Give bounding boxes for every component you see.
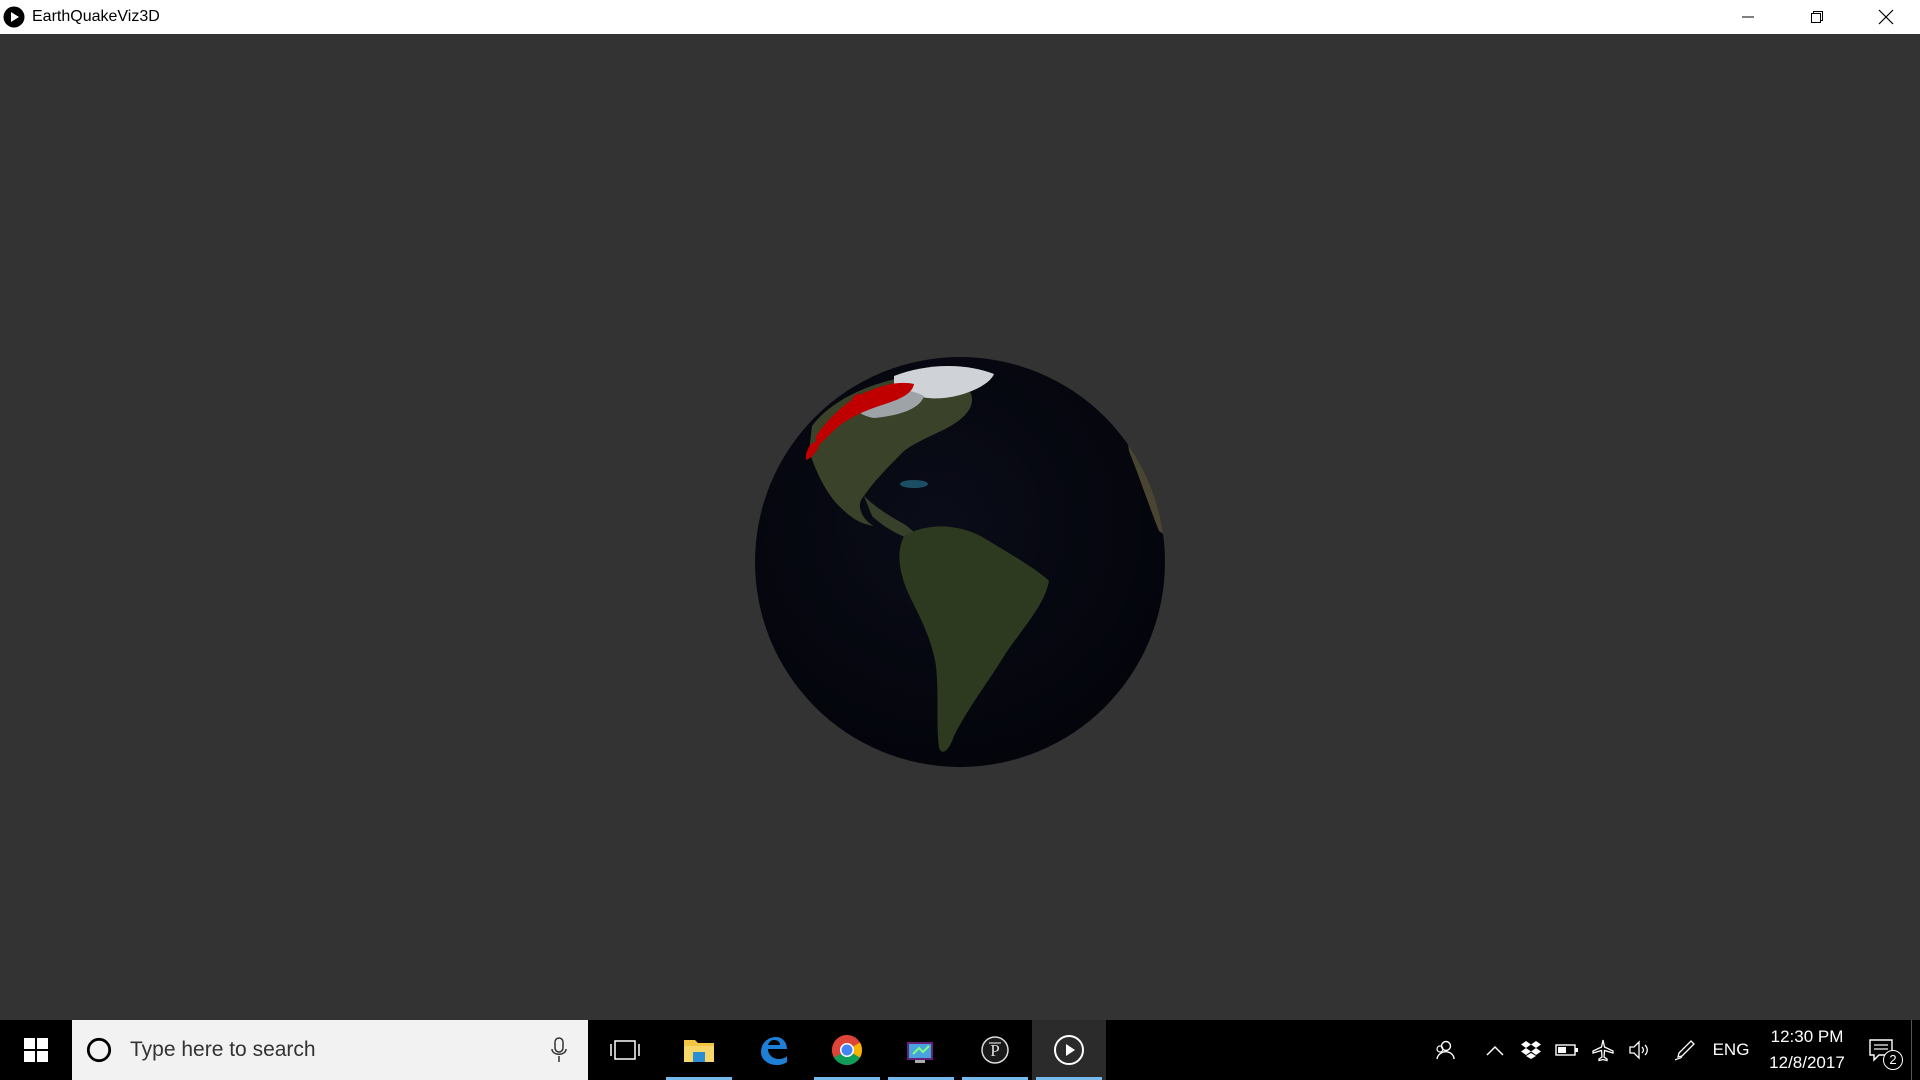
taskbar-app-chrome[interactable] — [810, 1020, 884, 1080]
minimize-button[interactable] — [1713, 0, 1782, 34]
play-icon — [1054, 1035, 1084, 1065]
restore-icon — [1810, 11, 1823, 23]
show-desktop-button[interactable] — [1911, 1020, 1920, 1080]
chevron-up-icon[interactable] — [1477, 1020, 1513, 1080]
taskbar-app-installer[interactable] — [884, 1020, 958, 1080]
volume-icon[interactable] — [1621, 1020, 1657, 1080]
airplane-mode-icon[interactable] — [1585, 1020, 1621, 1080]
window-controls — [1713, 0, 1920, 34]
microphone-icon[interactable] — [550, 1036, 568, 1069]
minimize-icon — [1741, 16, 1754, 18]
globe-viewport[interactable] — [0, 34, 1920, 1020]
window-title: EarthQuakeViz3D — [32, 8, 160, 25]
system-tray: ENG 12:30 PM 12/8/2017 2 — [1427, 1020, 1920, 1080]
close-button[interactable] — [1851, 0, 1920, 34]
title-bar: EarthQuakeViz3D — [0, 0, 1920, 34]
cortana-icon — [86, 1037, 112, 1063]
notification-count-badge: 2 — [1883, 1050, 1903, 1070]
earth-globe[interactable] — [754, 356, 1166, 768]
taskbar: Type here to search P ENG 12:30 PM 12/8/… — [0, 1020, 1920, 1080]
app-play-icon — [2, 5, 26, 29]
clock-time: 12:30 PM — [1770, 1027, 1844, 1046]
taskbar-app-file-explorer[interactable] — [662, 1020, 736, 1080]
svg-text:P: P — [990, 1041, 999, 1060]
task-view-button[interactable] — [588, 1020, 662, 1080]
folder-icon — [684, 1040, 714, 1062]
people-icon[interactable] — [1427, 1020, 1463, 1080]
task-view-icon — [610, 1040, 640, 1060]
search-box[interactable]: Type here to search — [72, 1020, 588, 1080]
processing-icon: P — [981, 1036, 1009, 1064]
chrome-icon — [831, 1035, 863, 1066]
language-indicator[interactable]: ENG — [1703, 1040, 1759, 1060]
start-button[interactable] — [0, 1020, 72, 1080]
taskbar-app-processing[interactable]: P — [958, 1020, 1032, 1080]
edge-browser-icon — [761, 1037, 787, 1065]
installer-icon — [907, 1042, 933, 1063]
taskbar-app-edge[interactable] — [736, 1020, 810, 1080]
caribbean — [900, 480, 928, 488]
pen-ink-icon[interactable] — [1667, 1020, 1703, 1080]
clock[interactable]: 12:30 PM 12/8/2017 — [1763, 1024, 1851, 1076]
battery-icon[interactable] — [1549, 1020, 1585, 1080]
dropbox-icon[interactable] — [1513, 1020, 1549, 1080]
restore-button[interactable] — [1782, 0, 1851, 34]
action-center-button[interactable]: 2 — [1851, 1020, 1911, 1080]
close-icon — [1878, 9, 1893, 25]
search-placeholder: Type here to search — [130, 1038, 316, 1061]
clock-date: 12/8/2017 — [1769, 1053, 1845, 1072]
windows-logo-icon — [24, 1038, 48, 1062]
taskbar-app-earthquakeviz3d[interactable] — [1032, 1020, 1106, 1080]
